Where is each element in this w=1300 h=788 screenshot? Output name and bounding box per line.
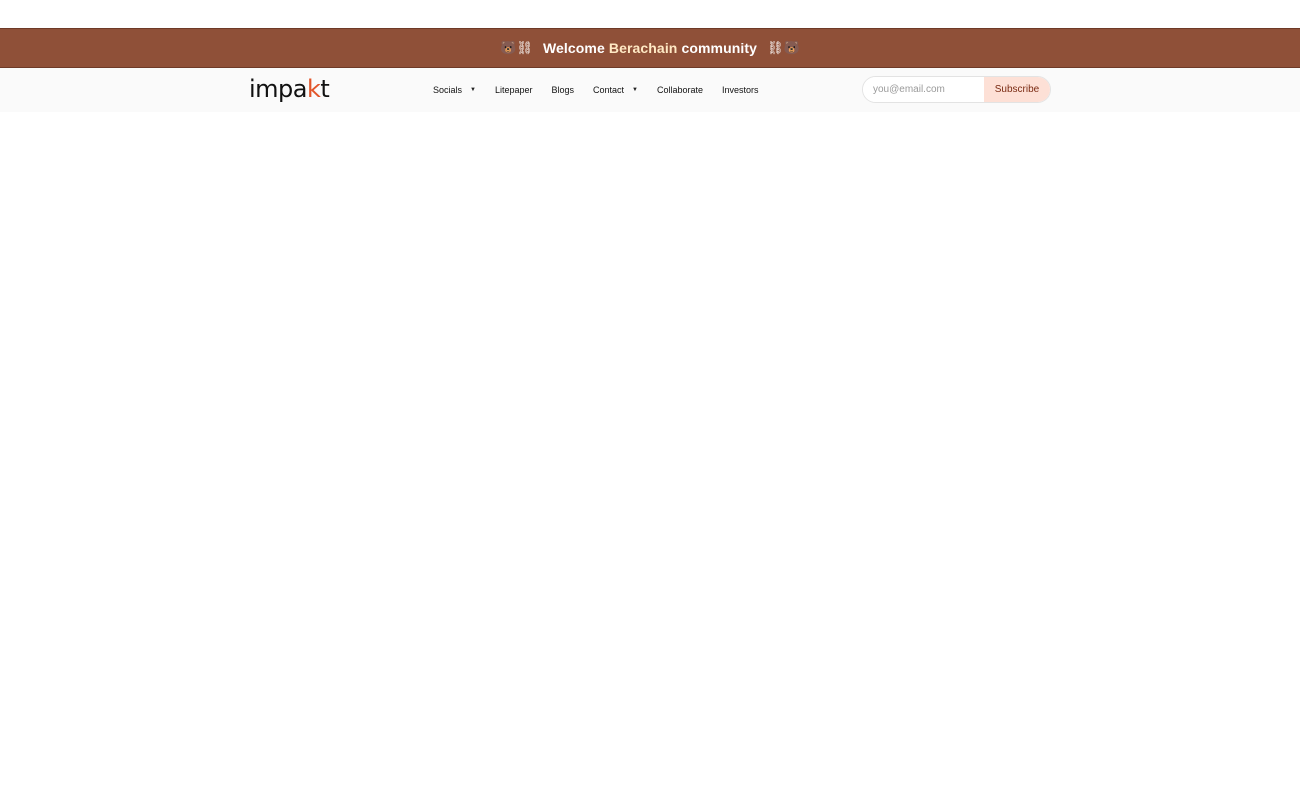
site-header: impa k t Socials ▼ Litepaper Blogs Contact… (0, 68, 1300, 112)
announcement-highlight: Berachain (608, 40, 678, 56)
logo-accent: k (307, 75, 321, 103)
subscribe-form: Subscribe (862, 76, 1051, 103)
main-menu: Socials ▼ Litepaper Blogs Contact ▼ Coll… (433, 68, 778, 112)
menu-item-investors[interactable]: Investors (722, 85, 759, 95)
impakt-logo[interactable]: impa k t (249, 74, 330, 104)
main-content (0, 112, 1300, 788)
menu-item-label: Socials (433, 85, 463, 95)
announcement-community: community (681, 40, 758, 56)
subscribe-button[interactable]: Subscribe (984, 77, 1050, 102)
menu-item-label: Collaborate (657, 85, 704, 95)
caret-down-icon: ▼ (632, 87, 638, 93)
menu-item-litepaper[interactable]: Litepaper (495, 85, 533, 95)
caret-down-icon: ▼ (470, 87, 476, 93)
menu-item-contact[interactable]: Contact ▼ (593, 85, 638, 95)
menu-item-blogs[interactable]: Blogs (552, 85, 575, 95)
menu-item-label: Contact (593, 85, 625, 95)
top-spacer (0, 0, 1300, 28)
logo-prefix: impa (249, 75, 308, 103)
logo-suffix: t (320, 75, 330, 103)
announcement-bar: 🐻⛓ Welcome Berachain community ⛓🐻 (0, 28, 1300, 68)
bear-chain-emoji-right: ⛓🐻 (767, 40, 800, 56)
email-input[interactable] (863, 77, 984, 102)
menu-item-socials[interactable]: Socials ▼ (433, 85, 476, 95)
bear-chain-emoji-left: 🐻⛓ (500, 40, 533, 56)
announcement-welcome: Welcome (542, 40, 605, 56)
menu-item-label: Litepaper (494, 85, 533, 95)
menu-item-label: Investors (722, 85, 759, 95)
menu-item-label: Blogs (551, 85, 575, 95)
announcement-text: Welcome Berachain community (543, 40, 757, 56)
menu-item-collaborate[interactable]: Collaborate (657, 85, 703, 95)
